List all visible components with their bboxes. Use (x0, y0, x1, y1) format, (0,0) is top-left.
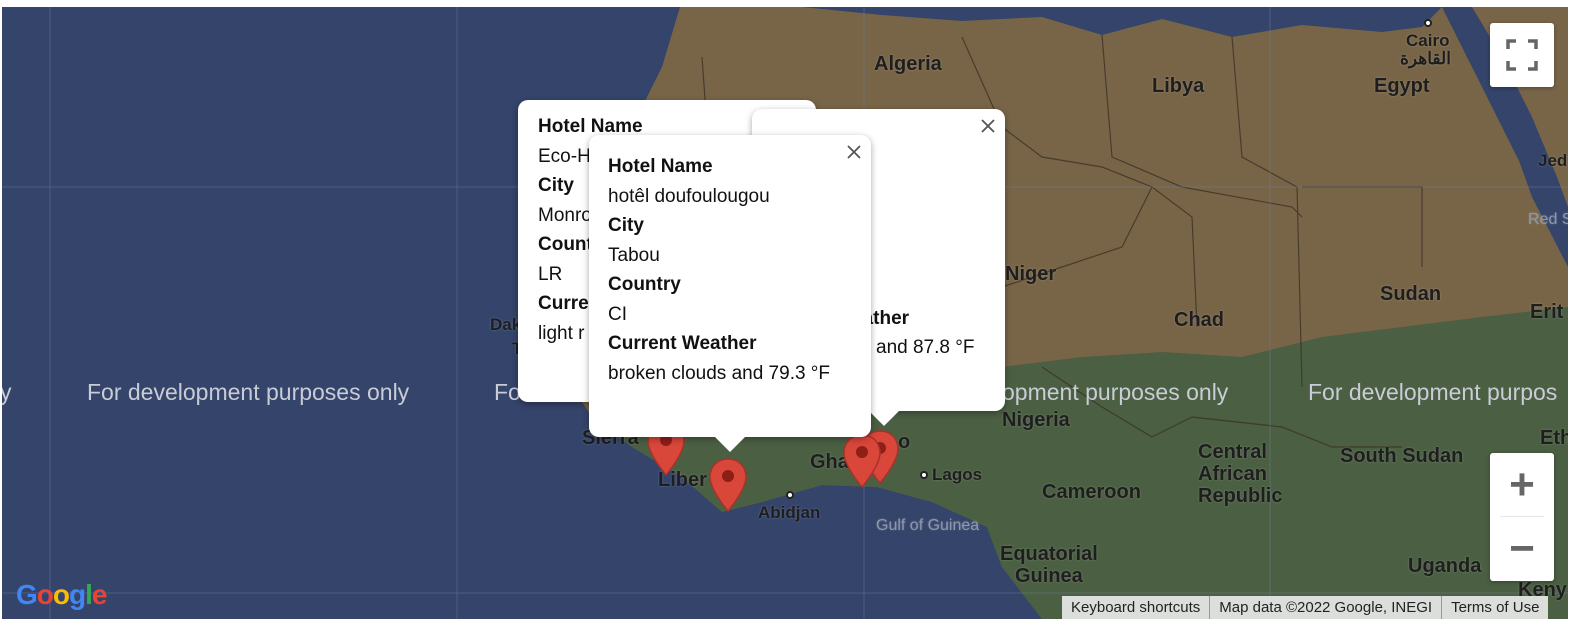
label-gulf-of-guinea: Gulf of Guinea (876, 517, 980, 534)
city-dot-lagos (920, 471, 928, 479)
map-footer: Keyboard shortcuts Map data ©2022 Google… (1062, 596, 1549, 619)
iw3-key-weather: Current Weather (608, 333, 757, 354)
dev-watermark-right-fragment: opment purposes only (1002, 379, 1229, 405)
close-icon (981, 119, 995, 133)
close-icon (847, 145, 861, 159)
city-dot-abidjan (786, 491, 794, 499)
label-cairo: Cairo (1406, 31, 1450, 50)
iw2-val-weather: and 87.8 °F (876, 337, 975, 358)
terms-of-use-link[interactable]: Terms of Use (1442, 596, 1548, 619)
iw3-val-hotel: hotêl doufoulougou (608, 185, 770, 207)
iw2-tail (868, 410, 900, 426)
label-equatorial-guinea: Equatorial Guinea (1000, 543, 1098, 587)
dev-watermark: For development purposes only (87, 379, 410, 405)
iw2-close-button[interactable] (975, 113, 1001, 139)
label-abidjan: Abidjan (758, 503, 821, 522)
label-red-sea: Red S (1528, 211, 1568, 228)
label-nigeria: Nigeria (1002, 409, 1070, 431)
label-libya: Libya (1152, 75, 1205, 97)
zoom-in-button[interactable]: + (1490, 453, 1554, 516)
keyboard-shortcuts-link[interactable]: Keyboard shortcuts (1062, 596, 1211, 619)
label-south-sudan: South Sudan (1340, 445, 1464, 467)
label-lagos: Lagos (932, 465, 983, 484)
iw3-val-country: CI (608, 303, 627, 325)
map-canvas[interactable]: y For development purposes only Fo opmen… (2, 7, 1568, 619)
iw3-key-country: Country (608, 274, 681, 295)
marker-tabou[interactable] (708, 457, 748, 513)
dev-watermark-right: For development purpos (1308, 379, 1558, 405)
iw3-key-city: City (608, 215, 644, 236)
iw3-close-button[interactable] (841, 139, 867, 165)
iw3-key-hotel: Hotel Name (608, 156, 713, 177)
map-data-attribution: Map data ©2022 Google, INEGI (1210, 596, 1443, 619)
zoom-out-button[interactable]: − (1490, 517, 1554, 581)
iw3-val-city: Tabou (608, 244, 660, 266)
label-jeddah: Jed (1538, 151, 1568, 170)
zoom-control: + − (1490, 453, 1554, 581)
label-sudan: Sudan (1380, 283, 1442, 305)
label-uganda: Uganda (1408, 555, 1482, 577)
label-algeria: Algeria (874, 53, 942, 75)
label-car: Central African Republic (1198, 441, 1283, 507)
dev-watermark-fragment: y (2, 379, 12, 405)
label-ethiopia: Eth (1540, 427, 1568, 449)
label-niger: Niger (1005, 263, 1057, 285)
iw3-tail (714, 436, 746, 452)
label-eritrea: Erit (1530, 301, 1564, 323)
city-dot-cairo (1424, 19, 1432, 27)
label-egypt: Egypt (1374, 75, 1430, 97)
marker-ghana[interactable] (842, 433, 882, 489)
iw3-val-weather: broken clouds and 79.3 °F (608, 362, 831, 384)
dev-watermark-mid: Fo (494, 379, 521, 405)
fullscreen-button[interactable] (1490, 23, 1554, 87)
label-cairo-ar: القاهرة (1400, 49, 1451, 68)
fullscreen-icon (1506, 39, 1538, 71)
google-logo[interactable]: Google (16, 579, 107, 611)
label-cameroon: Cameroon (1042, 481, 1141, 503)
label-dakar: Dak (490, 315, 522, 334)
infowindow-tabou: Hotel Name hotêl doufoulougou City Tabou… (589, 135, 871, 437)
label-chad: Chad (1174, 309, 1224, 331)
